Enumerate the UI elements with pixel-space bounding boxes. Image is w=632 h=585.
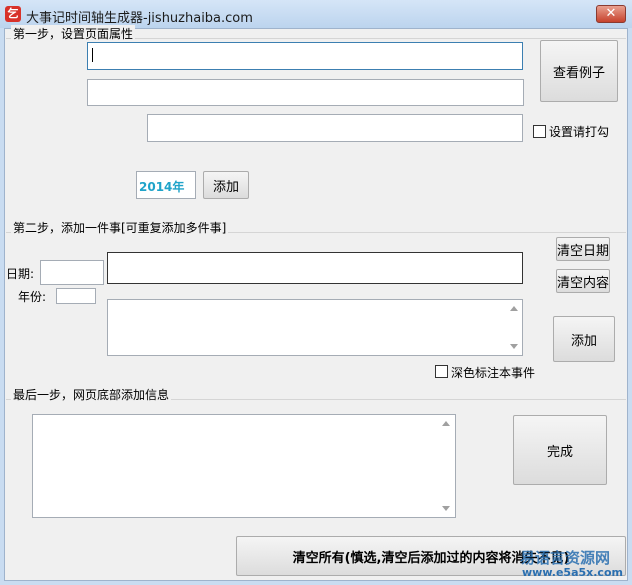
scroll-up-arrow-icon[interactable] [510, 306, 518, 311]
clear-content-button[interactable]: 清空内容 [556, 269, 610, 293]
add-event-button[interactable]: 添加 [553, 316, 615, 362]
date-input[interactable] [40, 260, 104, 285]
watermark-url: www.e5a5x.com [522, 566, 623, 579]
dark-event-checkbox[interactable] [435, 365, 448, 378]
title-bar: 乞 大事记时间轴生成器-jishuzhaiba.com ✕ [0, 0, 632, 28]
finish-button[interactable]: 完成 [513, 415, 607, 485]
close-button[interactable]: ✕ [596, 5, 626, 23]
step2-legend: 第二步，添加一件事[可重复添加多件事] [11, 219, 229, 236]
step3-legend: 最后一步，网页底部添加信息 [11, 386, 172, 403]
year-value: 2014年 [139, 180, 185, 194]
settings-checkbox[interactable] [533, 125, 546, 138]
add-year-button[interactable]: 添加 [203, 171, 249, 199]
page-extra-input[interactable] [147, 114, 523, 142]
page-subtitle-input[interactable] [87, 79, 524, 106]
clear-date-button[interactable]: 清空日期 [556, 237, 610, 261]
scroll-up-arrow-icon[interactable] [442, 421, 450, 426]
event-title-input[interactable] [107, 252, 523, 284]
scroll-down-arrow-icon[interactable] [510, 344, 518, 349]
year-input[interactable]: 2014年 [136, 171, 196, 199]
app-logo-icon: 乞 [5, 6, 21, 22]
watermark-site-name: 易语言资源网 [520, 549, 611, 567]
settings-checkbox-label: 设置请打勾 [549, 125, 610, 139]
event-year-input[interactable] [56, 288, 96, 304]
scroll-down-arrow-icon[interactable] [442, 506, 450, 511]
year-label: 年份: [18, 290, 47, 304]
dark-event-checkbox-label: 深色标注本事件 [451, 366, 536, 380]
page-title-input[interactable] [87, 42, 523, 70]
step1-legend: 第一步，设置页面属性 [11, 25, 136, 42]
window-title: 大事记时间轴生成器-jishuzhaiba.com [26, 11, 253, 26]
footer-info-textarea[interactable] [32, 414, 456, 518]
date-label: 日期: [6, 267, 35, 281]
event-content-textarea[interactable] [107, 299, 523, 356]
view-example-button[interactable]: 查看例子 [540, 40, 618, 102]
text-cursor [92, 48, 93, 62]
